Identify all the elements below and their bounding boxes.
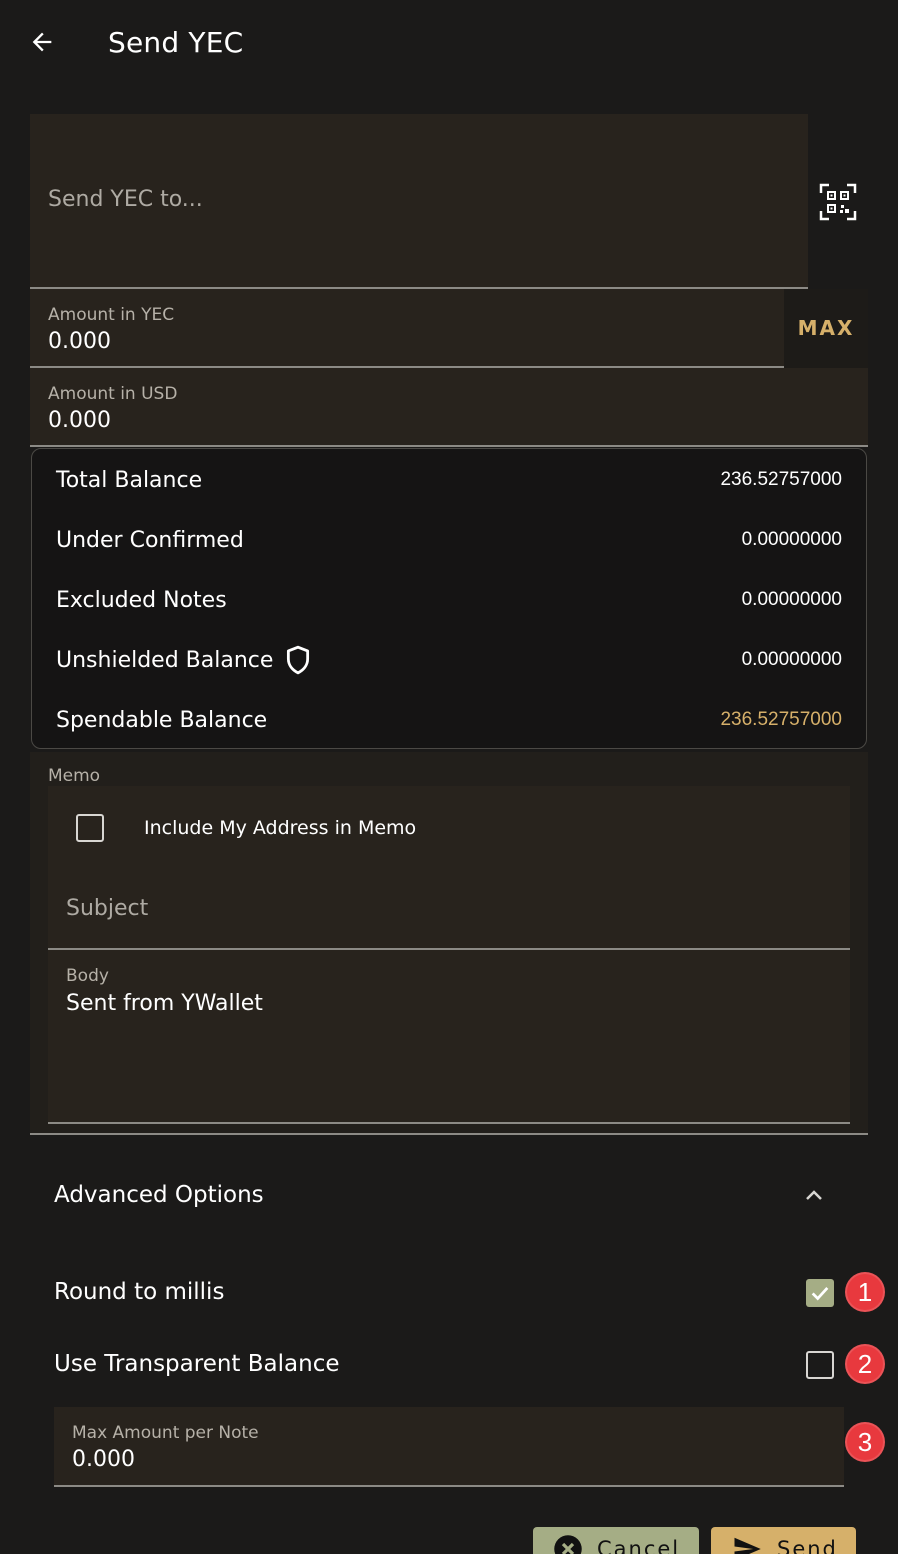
subject-placeholder: Subject xyxy=(66,896,149,921)
annotation-badge-3: 3 xyxy=(845,1422,885,1462)
unshielded-balance-label-group: Unshielded Balance xyxy=(56,645,311,675)
round-to-millis-label: Round to millis xyxy=(54,1279,225,1305)
qr-scan-button[interactable] xyxy=(814,178,862,226)
use-transparent-balance-checkbox[interactable] xyxy=(806,1351,834,1379)
total-balance-row: Total Balance 236.52757000 xyxy=(56,460,842,500)
excluded-notes-label: Excluded Notes xyxy=(56,587,227,613)
send-button[interactable]: Send xyxy=(711,1527,856,1554)
excluded-notes-row: Excluded Notes 0.00000000 xyxy=(56,580,842,620)
address-input[interactable]: Send YEC to... xyxy=(30,114,808,289)
memo-label: Memo xyxy=(48,766,101,786)
amount-usd-label: Amount in USD xyxy=(48,384,178,404)
subject-input[interactable]: Subject xyxy=(48,870,850,950)
unshielded-balance-row: Unshielded Balance 0.00000000 xyxy=(56,640,842,680)
spendable-balance-row: Spendable Balance 236.52757000 xyxy=(56,700,842,740)
under-confirmed-label: Under Confirmed xyxy=(56,527,244,553)
back-button[interactable] xyxy=(20,22,64,62)
advanced-options-title: Advanced Options xyxy=(54,1182,264,1208)
annotation-badge-2: 2 xyxy=(845,1344,885,1384)
unshielded-balance-value: 0.00000000 xyxy=(741,649,842,670)
cancel-circle-icon xyxy=(554,1535,582,1554)
advanced-options-toggle[interactable] xyxy=(796,1178,832,1214)
max-amount-per-note-label: Max Amount per Note xyxy=(72,1423,259,1443)
send-label: Send xyxy=(777,1537,838,1554)
body-value: Sent from YWallet xyxy=(66,991,263,1016)
body-input[interactable]: Body Sent from YWallet xyxy=(48,950,850,1124)
under-confirmed-row: Under Confirmed 0.00000000 xyxy=(56,520,842,560)
use-transparent-balance-label: Use Transparent Balance xyxy=(54,1351,340,1377)
total-balance-label: Total Balance xyxy=(56,467,203,493)
max-amount-per-note-value: 0.000 xyxy=(72,1447,135,1472)
amount-yec-input[interactable]: Amount in YEC 0.000 xyxy=(30,289,784,368)
include-address-label: Include My Address in Memo xyxy=(144,817,417,839)
max-amount-per-note-input[interactable]: Max Amount per Note 0.000 xyxy=(54,1407,844,1487)
round-to-millis-checkbox[interactable] xyxy=(806,1279,834,1307)
cancel-label: Cancel xyxy=(597,1537,681,1554)
balance-card: Total Balance 236.52757000 Under Confirm… xyxy=(31,448,867,749)
arrow-left-icon xyxy=(32,32,52,52)
include-address-checkbox[interactable] xyxy=(76,814,104,842)
page-title: Send YEC xyxy=(108,26,244,59)
shield-icon[interactable] xyxy=(285,645,311,675)
max-button[interactable]: MAX xyxy=(790,306,862,350)
spendable-balance-label: Spendable Balance xyxy=(56,707,268,733)
annotation-badge-1: 1 xyxy=(845,1272,885,1312)
total-balance-value: 236.52757000 xyxy=(720,469,842,490)
send-icon xyxy=(734,1537,761,1554)
check-icon xyxy=(811,1287,829,1301)
amount-usd-value: 0.000 xyxy=(48,408,111,433)
body-label: Body xyxy=(66,966,109,986)
chevron-up-icon xyxy=(806,1190,822,1200)
amount-usd-input[interactable]: Amount in USD 0.000 xyxy=(30,368,868,447)
qr-scan-icon xyxy=(819,183,857,221)
amount-yec-value: 0.000 xyxy=(48,329,111,354)
spendable-balance-value: 236.52757000 xyxy=(720,709,842,730)
excluded-notes-value: 0.00000000 xyxy=(741,589,842,610)
unshielded-balance-label: Unshielded Balance xyxy=(56,647,274,673)
cancel-button[interactable]: Cancel xyxy=(533,1527,699,1554)
amount-yec-label: Amount in YEC xyxy=(48,305,175,325)
under-confirmed-value: 0.00000000 xyxy=(741,529,842,550)
address-placeholder: Send YEC to... xyxy=(48,187,203,212)
